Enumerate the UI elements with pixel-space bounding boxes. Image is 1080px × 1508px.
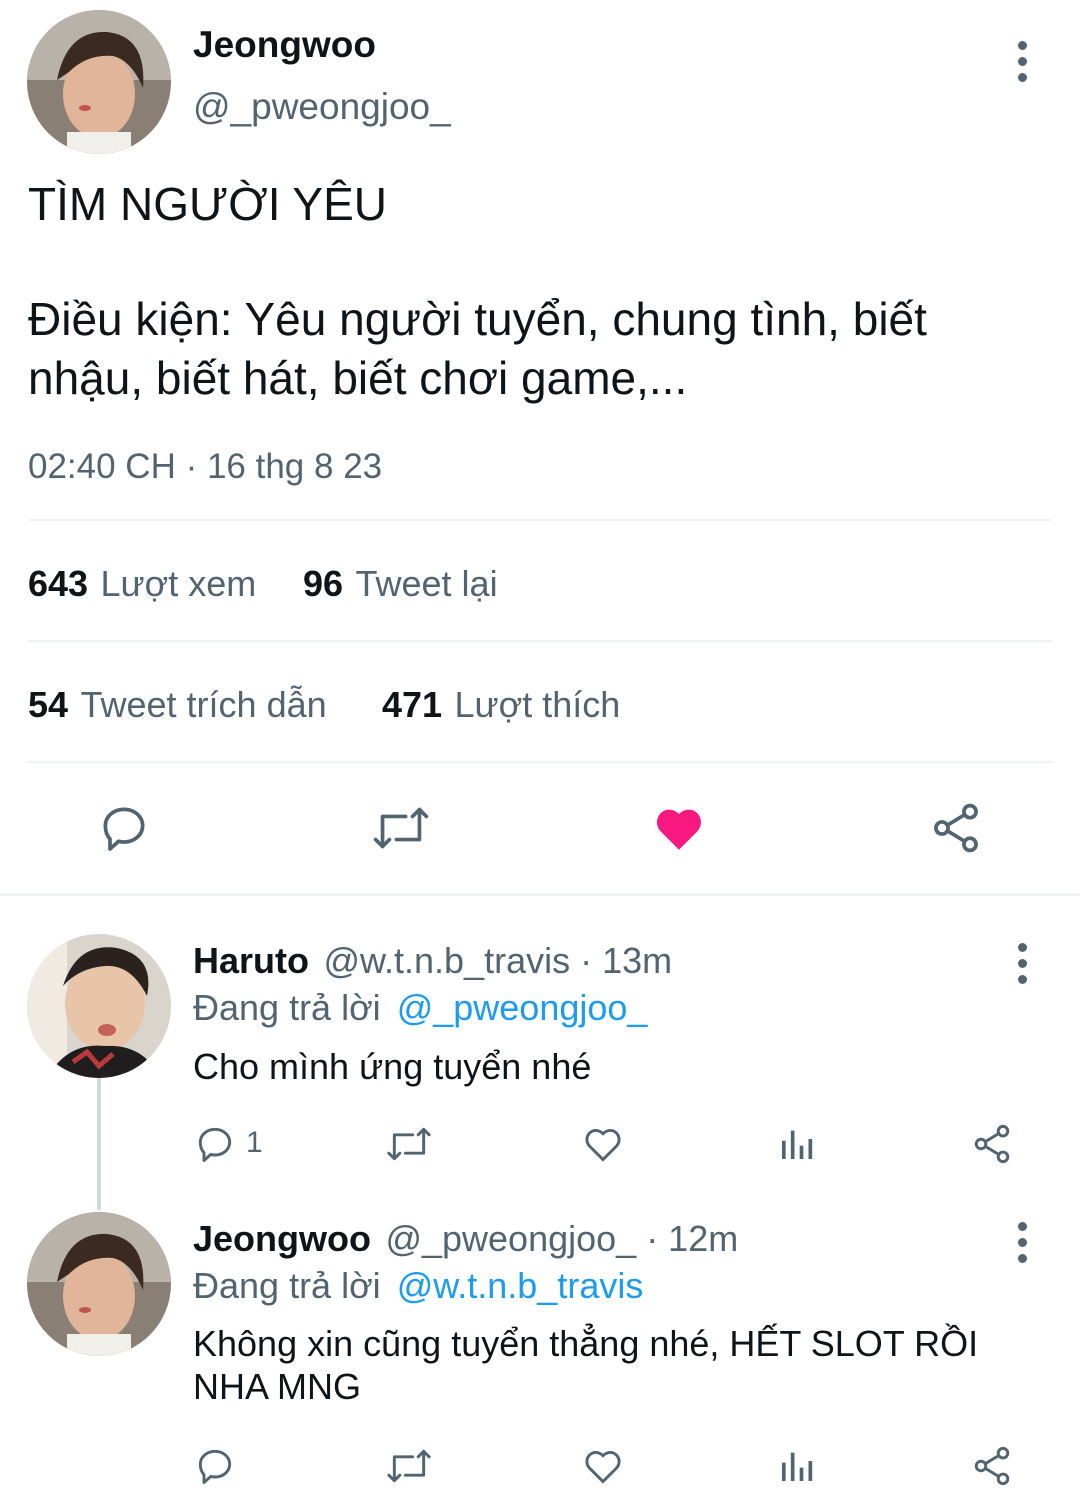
reply-text-line2: NHA MNG: [193, 1366, 362, 1407]
reply-header: Haruto @w.t.n.b_travis · 13m: [193, 940, 672, 982]
reply-count: 1: [246, 1126, 263, 1159]
quotes-label: Tweet trích dẫn: [80, 684, 327, 725]
replying-to-mention[interactable]: @_pweongjoo_: [397, 987, 648, 1028]
tweet-text-line3: nhậu, biết hát, biết chơi game,...: [28, 352, 688, 404]
tweet-text-line2: Điều kiện: Yêu người tuyển, chung tình, …: [28, 293, 927, 345]
retweet-icon[interactable]: [371, 800, 431, 856]
reply-icon[interactable]: [193, 1122, 237, 1166]
divider: [28, 519, 1052, 521]
likes-count: 471: [382, 684, 443, 725]
reply-text-line1: Không xin cũng tuyển thẳng nhé, HẾT SLOT…: [193, 1323, 979, 1364]
author-avatar[interactable]: [27, 10, 171, 154]
divider: [28, 640, 1052, 642]
more-options-icon[interactable]: [1016, 1222, 1028, 1270]
like-icon[interactable]: [651, 800, 707, 856]
analytics-icon[interactable]: [777, 1446, 817, 1486]
share-icon[interactable]: [928, 800, 984, 856]
likes-label: Lượt thích: [454, 684, 621, 725]
retweets-label: Tweet lại: [355, 563, 498, 604]
reply-avatar[interactable]: [27, 1212, 171, 1356]
likes-stat[interactable]: 471 Lượt thích: [382, 684, 620, 726]
views-count: 643: [28, 563, 89, 604]
like-icon[interactable]: [580, 1444, 626, 1488]
replying-to-prefix: Đang trả lời: [193, 987, 381, 1028]
section-separator: [0, 893, 1080, 896]
retweet-icon[interactable]: [385, 1122, 433, 1166]
more-options-icon[interactable]: [1016, 943, 1028, 991]
replying-to-mention[interactable]: @w.t.n.b_travis: [397, 1265, 644, 1306]
reply-icon[interactable]: [193, 1444, 237, 1488]
reply-author-handle[interactable]: @_pweongjoo_ · 12m: [385, 1218, 738, 1259]
share-icon[interactable]: [970, 1444, 1014, 1488]
reply-avatar[interactable]: [27, 934, 171, 1078]
share-icon[interactable]: [970, 1122, 1014, 1166]
reply-icon[interactable]: [96, 800, 152, 856]
replying-to-prefix: Đang trả lời: [193, 1265, 381, 1306]
tweet-timestamp[interactable]: 02:40 CH · 16 thg 8 23: [28, 447, 382, 487]
author-handle[interactable]: @_pweongjoo_: [193, 86, 451, 128]
quotes-stat[interactable]: 54 Tweet trích dẫn: [28, 684, 327, 726]
reply-author-name[interactable]: Jeongwoo: [193, 1218, 371, 1259]
retweets-stat[interactable]: 96 Tweet lại: [303, 563, 498, 605]
retweet-icon[interactable]: [385, 1444, 433, 1488]
divider: [28, 761, 1052, 763]
views-label: Lượt xem: [100, 563, 257, 604]
reply-text-line1: Cho mình ứng tuyển nhé: [193, 1046, 592, 1087]
thread-line: [97, 1078, 101, 1210]
analytics-icon[interactable]: [777, 1124, 817, 1164]
author-name[interactable]: Jeongwoo: [193, 24, 376, 66]
reply-author-handle[interactable]: @w.t.n.b_travis · 13m: [323, 940, 672, 981]
retweets-count: 96: [303, 563, 344, 604]
replying-to: Đang trả lời @w.t.n.b_travis: [193, 1265, 643, 1307]
reply-header: Jeongwoo @_pweongjoo_ · 12m: [193, 1218, 738, 1260]
reply-author-name[interactable]: Haruto: [193, 940, 309, 981]
more-options-icon[interactable]: [1016, 41, 1028, 89]
views-stat[interactable]: 643 Lượt xem: [28, 563, 256, 605]
like-icon[interactable]: [580, 1122, 626, 1166]
quotes-count: 54: [28, 684, 69, 725]
tweet-text-line1: TÌM NGƯỜI YÊU: [28, 178, 388, 230]
replying-to: Đang trả lời @_pweongjoo_: [193, 987, 647, 1029]
